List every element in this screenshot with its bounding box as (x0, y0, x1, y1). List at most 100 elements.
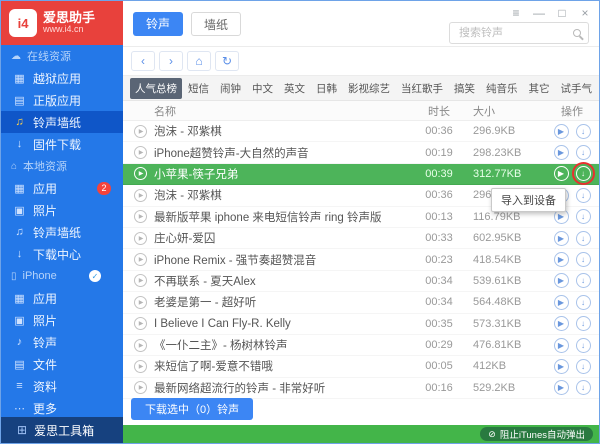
category-tab[interactable]: 当红歌手 (396, 78, 448, 99)
category-tab[interactable]: 纯音乐 (481, 78, 523, 99)
tab-wallpapers[interactable]: 墙纸 (191, 12, 241, 36)
app-window: i4 爱思助手 www.i4.cn ☁ 在线资源 ▦ 越狱应用 ▤ 正版应用 (0, 0, 600, 444)
download-to-device-button[interactable]: ↓ (576, 188, 591, 203)
download-to-device-button[interactable]: ↓ (576, 166, 591, 181)
preview-play-icon[interactable]: ▶ (134, 146, 147, 159)
download-to-device-button[interactable]: ↓ (576, 145, 591, 160)
download-to-device-button[interactable]: ↓ (576, 338, 591, 353)
home-icon[interactable]: ⌂ (187, 51, 211, 71)
table-row[interactable]: ▶ 小苹果-筷子兄弟 00:39 312.77KB ▶ ↓ (123, 164, 599, 185)
ringtone-size: 539.61KB (465, 275, 545, 287)
preview-play-icon[interactable]: ▶ (134, 253, 147, 266)
category-tab[interactable]: 闹钟 (215, 78, 246, 99)
preview-play-icon[interactable]: ▶ (134, 317, 147, 330)
table-row[interactable]: ▶ 泡沫 - 邓紫棋 00:36 296.9KB ▶ ↓ (123, 121, 599, 142)
play-button[interactable]: ▶ (554, 252, 569, 267)
play-button[interactable]: ▶ (554, 273, 569, 288)
table-row[interactable]: ▶ iPhone超赞铃声-大自然的声音 00:19 298.23KB ▶ ↓ (123, 142, 599, 163)
sidebar-item[interactable]: ▦ 应用 (1, 287, 123, 309)
preview-play-icon[interactable]: ▶ (134, 210, 147, 223)
preview-play-icon[interactable]: ▶ (134, 360, 147, 373)
table-row[interactable]: ▶ 最新网络超流行的铃声 - 非常好听 00:16 529.2KB ▶ ↓ (123, 378, 599, 399)
ringtone-duration: 00:16 (413, 382, 465, 394)
sidebar-item[interactable]: ▣ 照片 (1, 309, 123, 331)
ringtone-size: 476.81KB (465, 339, 545, 351)
sidebar-item-label: 更多 (33, 400, 57, 417)
download-to-device-button[interactable]: ↓ (576, 295, 591, 310)
preview-play-icon[interactable]: ▶ (134, 274, 147, 287)
sidebar-item[interactable]: ♫ 铃声墙纸 (1, 221, 123, 243)
refresh-icon[interactable]: ↻ (215, 51, 239, 71)
download-to-device-button[interactable]: ↓ (576, 231, 591, 246)
category-tab[interactable]: 短信 (183, 78, 214, 99)
toolbox-label: 爱思工具箱 (34, 422, 94, 439)
download-to-device-button[interactable]: ↓ (576, 124, 591, 139)
status-bar: ⊘ 阻止iTunes自动弹出 (123, 425, 599, 443)
category-tab[interactable]: 英文 (279, 78, 310, 99)
download-to-device-button[interactable]: ↓ (576, 273, 591, 288)
table-row[interactable]: ▶ 庄心妍-爱囚 00:33 602.95KB ▶ ↓ (123, 228, 599, 249)
ringtone-duration: 00:13 (413, 211, 465, 223)
download-selected-button[interactable]: 下载选中（0）铃声 (131, 398, 253, 420)
preview-play-icon[interactable]: ▶ (134, 125, 147, 138)
sidebar-item[interactable]: ▦ 越狱应用 (1, 67, 123, 89)
download-to-device-button[interactable]: ↓ (576, 380, 591, 395)
play-button[interactable]: ▶ (554, 380, 569, 395)
download-to-device-button[interactable]: ↓ (576, 359, 591, 374)
sidebar-item[interactable]: ▦ 应用 2 (1, 177, 123, 199)
sidebar-item[interactable]: ⋯ 更多 (1, 397, 123, 419)
sidebar-item[interactable]: ≡ 资料 (1, 375, 123, 397)
category-tab[interactable]: 人气总榜 (130, 78, 182, 99)
back-icon[interactable]: ‹ (131, 51, 155, 71)
preview-play-icon[interactable]: ▶ (134, 167, 147, 180)
preview-play-icon[interactable]: ▶ (134, 232, 147, 245)
close-icon[interactable]: × (579, 6, 591, 20)
sidebar-item[interactable]: ♫ 铃声墙纸 (1, 111, 123, 133)
search-icon[interactable] (573, 29, 581, 37)
preview-play-icon[interactable]: ▶ (134, 339, 147, 352)
row-actions: ▶ ↓ (545, 145, 599, 160)
table-row[interactable]: ▶ 不再联系 - 夏天Alex 00:34 539.61KB ▶ ↓ (123, 271, 599, 292)
play-button[interactable]: ▶ (554, 338, 569, 353)
category-tab[interactable]: 中文 (247, 78, 278, 99)
table-row[interactable]: ▶ 《一仆二主》- 杨树林铃声 00:29 476.81KB ▶ ↓ (123, 335, 599, 356)
sidebar-item[interactable]: ↓ 下载中心 (1, 243, 123, 265)
table-row[interactable]: ▶ 来短信了啊-爱意不错哦 00:05 412KB ▶ ↓ (123, 356, 599, 377)
ringtone-name: iPhone Remix - 强节奏超赞混音 (154, 252, 413, 268)
category-tab[interactable]: 试手气 (556, 78, 598, 99)
category-tab[interactable]: 其它 (524, 78, 555, 99)
maximize-icon[interactable]: □ (556, 6, 568, 20)
forward-icon[interactable]: › (159, 51, 183, 71)
table-row[interactable]: ▶ 老婆是第一 - 超好听 00:34 564.48KB ▶ ↓ (123, 292, 599, 313)
category-tab[interactable]: 影视综艺 (343, 78, 395, 99)
sidebar-item[interactable]: ♪ 铃声 (1, 331, 123, 353)
toolbox-button[interactable]: ⊞ 爱思工具箱 (1, 417, 123, 443)
preview-play-icon[interactable]: ▶ (134, 381, 147, 394)
category-tab[interactable]: 日韩 (311, 78, 342, 99)
play-button[interactable]: ▶ (554, 124, 569, 139)
minimize-icon[interactable]: — (533, 6, 545, 20)
sidebar-item[interactable]: ▤ 正版应用 (1, 89, 123, 111)
play-button[interactable]: ▶ (554, 166, 569, 181)
download-to-device-button[interactable]: ↓ (576, 316, 591, 331)
menu-icon[interactable]: ≡ (510, 6, 522, 20)
sidebar-item[interactable]: ▣ 照片 (1, 199, 123, 221)
play-button[interactable]: ▶ (554, 359, 569, 374)
block-itunes-toggle[interactable]: ⊘ 阻止iTunes自动弹出 (480, 427, 593, 441)
ringtone-name: 《一仆二主》- 杨树林铃声 (154, 337, 413, 353)
play-button[interactable]: ▶ (554, 316, 569, 331)
download-to-device-button[interactable]: ↓ (576, 209, 591, 224)
play-button[interactable]: ▶ (554, 145, 569, 160)
tab-ringtones[interactable]: 铃声 (133, 12, 183, 36)
table-row[interactable]: ▶ I Believe I Can Fly-R. Kelly 00:35 573… (123, 314, 599, 335)
search-input[interactable] (457, 26, 569, 40)
play-button[interactable]: ▶ (554, 231, 569, 246)
sidebar-item[interactable]: ▤ 文件 (1, 353, 123, 375)
preview-play-icon[interactable]: ▶ (134, 296, 147, 309)
preview-play-icon[interactable]: ▶ (134, 189, 147, 202)
category-tab[interactable]: 搞笑 (449, 78, 480, 99)
play-button[interactable]: ▶ (554, 295, 569, 310)
download-to-device-button[interactable]: ↓ (576, 252, 591, 267)
table-row[interactable]: ▶ iPhone Remix - 强节奏超赞混音 00:23 418.54KB … (123, 249, 599, 270)
sidebar-item[interactable]: ↓ 固件下载 (1, 133, 123, 155)
